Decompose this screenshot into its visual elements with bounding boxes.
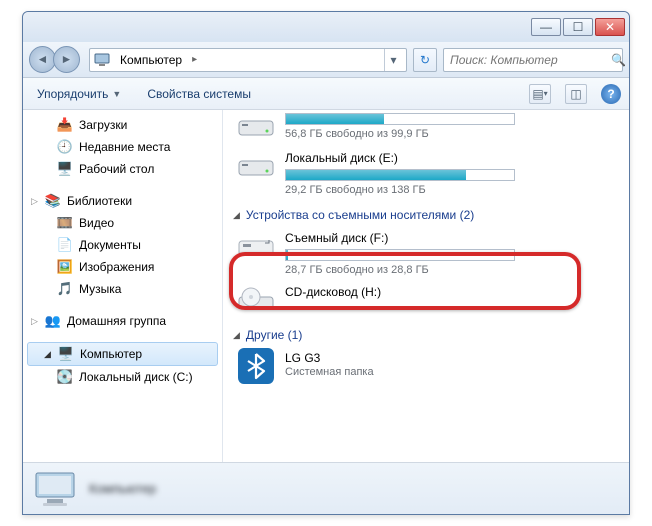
device-type: Системная папка	[285, 366, 615, 378]
breadcrumb-computer[interactable]: Компьютер	[116, 51, 186, 69]
pictures-icon: 🖼️	[57, 259, 73, 275]
titlebar: — ☐ ✕	[23, 12, 629, 42]
cd-drive-icon	[237, 284, 275, 316]
hdd-icon	[237, 150, 275, 182]
sidebar-item-desktop[interactable]: 🖥️Рабочий стол	[23, 158, 222, 180]
sidebar-item-local-c[interactable]: 💽Локальный диск (C:)	[23, 366, 222, 388]
organize-menu[interactable]: Упорядочить▼	[31, 83, 127, 105]
drive-status: 56,8 ГБ свободно из 99,9 ГБ	[285, 128, 615, 140]
drive-status: 29,2 ГБ свободно из 138 ГБ	[285, 184, 615, 196]
sidebar-item-downloads[interactable]: 📥Загрузки	[23, 114, 222, 136]
sidebar-item-libraries[interactable]: ▷📚Библиотеки	[23, 190, 222, 212]
toolbar: Упорядочить▼ Свойства системы ▤ ▾ ◫ ?	[23, 78, 629, 110]
desktop-icon: 🖥️	[57, 161, 73, 177]
capacity-bar	[285, 169, 515, 181]
drive-item[interactable]: 56,8 ГБ свободно из 99,9 ГБ	[231, 110, 621, 146]
forward-button[interactable]: ►	[53, 46, 80, 73]
sidebar-item-pictures[interactable]: 🖼️Изображения	[23, 256, 222, 278]
refresh-button[interactable]: ↻	[413, 48, 437, 72]
video-icon: 🎞️	[57, 215, 73, 231]
explorer-window: — ☐ ✕ ◄ ► Компьютер ▸ ▾ ↻ 🔍 Упорядочить▼…	[22, 11, 630, 515]
drive-label: Локальный диск (E:)	[285, 150, 615, 166]
drive-icon: 💽	[57, 369, 73, 385]
bluetooth-icon	[237, 350, 275, 382]
sidebar-item-video[interactable]: 🎞️Видео	[23, 212, 222, 234]
recent-icon: 🕘	[57, 139, 73, 155]
drive-label: Съемный диск (F:)	[285, 230, 615, 246]
collapse-icon[interactable]: ◢	[233, 210, 240, 221]
search-input[interactable]	[450, 53, 607, 67]
navigation-pane: 📥Загрузки 🕘Недавние места 🖥️Рабочий стол…	[23, 110, 223, 462]
content-pane: 56,8 ГБ свободно из 99,9 ГБ Локальный ди…	[223, 110, 629, 462]
system-properties-button[interactable]: Свойства системы	[141, 83, 257, 105]
sidebar-item-documents[interactable]: 📄Документы	[23, 234, 222, 256]
sidebar-item-music[interactable]: 🎵Музыка	[23, 278, 222, 300]
downloads-icon: 📥	[57, 117, 73, 133]
drive-label: CD-дисковод (H:)	[285, 284, 615, 300]
hdd-icon	[237, 110, 275, 142]
music-icon: 🎵	[57, 281, 73, 297]
documents-icon: 📄	[57, 237, 73, 253]
computer-large-icon	[33, 469, 77, 509]
chevron-right-icon[interactable]: ▸	[192, 54, 197, 65]
libraries-icon: 📚	[45, 193, 61, 209]
sidebar-item-recent[interactable]: 🕘Недавние места	[23, 136, 222, 158]
collapse-icon[interactable]: ◢	[233, 330, 240, 341]
capacity-bar	[285, 113, 515, 125]
homegroup-icon: 👥	[45, 313, 61, 329]
preview-pane-button[interactable]: ◫	[565, 84, 587, 104]
capacity-bar	[285, 249, 515, 261]
drive-item-optical[interactable]: CD-дисковод (H:)	[231, 280, 621, 320]
device-item[interactable]: LG G3 Системная папка	[231, 346, 621, 386]
removable-drive-icon	[237, 230, 275, 262]
search-box[interactable]: 🔍	[443, 48, 623, 72]
nav-bar: ◄ ► Компьютер ▸ ▾ ↻ 🔍	[23, 42, 629, 78]
minimize-button[interactable]: —	[531, 18, 561, 36]
expand-icon[interactable]: ▷	[31, 316, 38, 327]
drive-item-removable[interactable]: Съемный диск (F:) 28,7 ГБ свободно из 28…	[231, 226, 621, 280]
address-bar[interactable]: Компьютер ▸ ▾	[89, 48, 407, 72]
computer-icon: 🖥️	[58, 346, 74, 362]
drive-item[interactable]: Локальный диск (E:) 29,2 ГБ свободно из …	[231, 146, 621, 200]
sidebar-item-computer[interactable]: ◢🖥️Компьютер	[27, 342, 218, 366]
address-dropdown[interactable]: ▾	[384, 49, 402, 71]
maximize-button[interactable]: ☐	[563, 18, 593, 36]
details-pane: Компьютер	[23, 462, 629, 514]
drive-status: 28,7 ГБ свободно из 28,8 ГБ	[285, 264, 615, 276]
back-button[interactable]: ◄	[29, 46, 56, 73]
computer-icon	[94, 52, 110, 68]
section-removable-devices[interactable]: ◢ Устройства со съемными носителями (2)	[231, 200, 621, 226]
device-label: LG G3	[285, 350, 615, 366]
help-button[interactable]: ?	[601, 84, 621, 104]
collapse-icon[interactable]: ◢	[44, 349, 51, 360]
section-other[interactable]: ◢ Другие (1)	[231, 320, 621, 346]
view-mode-button[interactable]: ▤ ▾	[529, 84, 551, 104]
sidebar-item-homegroup[interactable]: ▷👥Домашняя группа	[23, 310, 222, 332]
details-title: Компьютер	[89, 481, 156, 496]
close-button[interactable]: ✕	[595, 18, 625, 36]
search-icon: 🔍	[611, 53, 626, 67]
expand-icon[interactable]: ▷	[31, 196, 38, 207]
